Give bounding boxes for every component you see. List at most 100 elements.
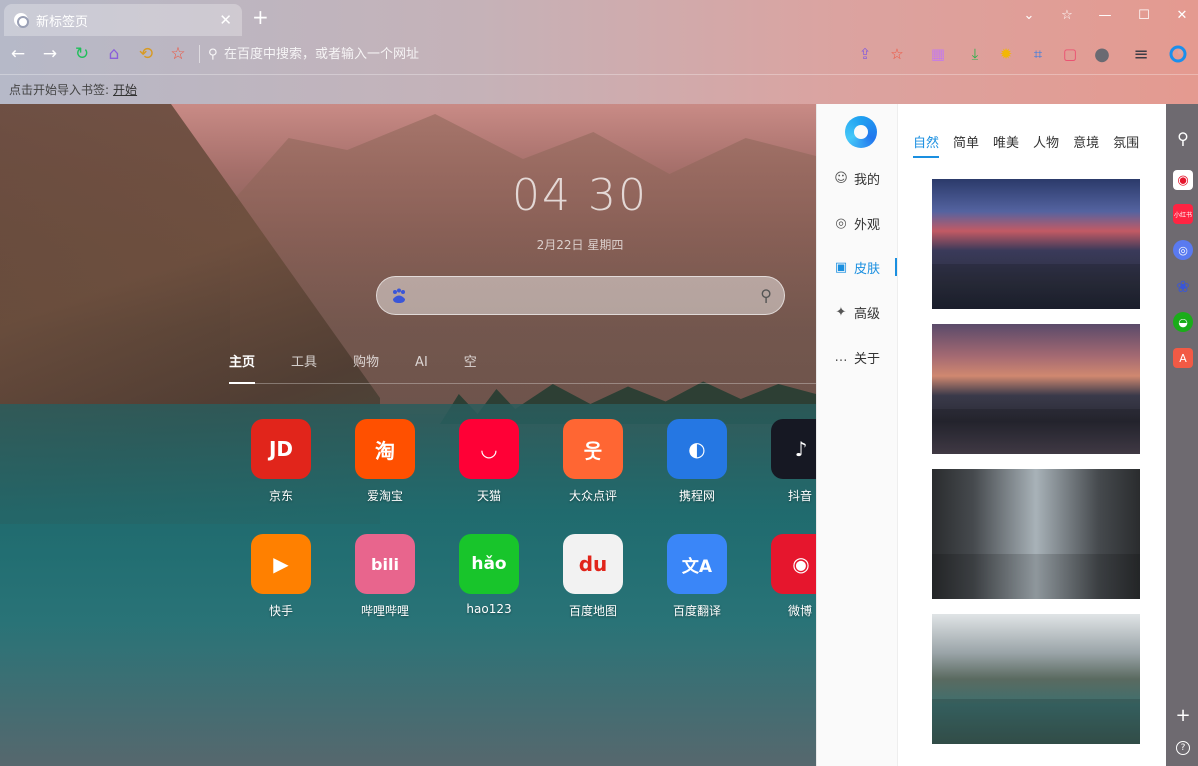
help-icon[interactable]: ? [1176,741,1190,755]
baidu-paw-icon[interactable]: ❀ [1173,276,1193,296]
forward-button[interactable]: → [38,42,62,66]
ai-assistant-icon[interactable]: ◎ [1173,240,1193,260]
settings-item-advanced[interactable]: ✦ 高级 [833,301,899,323]
address-separator [199,45,200,63]
settings-side-nav: ☺ 我的 ◎ 外观 ▣ 皮肤 ✦ 高级 … 关于 [817,104,898,766]
favorites-button[interactable]: ☆ [166,42,190,66]
wechat-icon[interactable]: ◒ [1173,312,1193,332]
tab-empty[interactable]: 空 [464,352,477,384]
app-jd[interactable]: JD 京东 [241,419,321,504]
weibo-icon[interactable]: ◉ [1173,170,1193,190]
home-button[interactable]: ⌂ [102,42,126,66]
tab-ai[interactable]: AI [415,352,428,384]
tab-shopping[interactable]: 购物 [353,352,379,384]
skin-thumbnail[interactable] [932,324,1140,454]
app-douyin[interactable]: ♪ 抖音 [761,419,816,504]
skin-category-tabs: 自然 简单 唯美 人物 意境 氛围 [913,132,1153,158]
app-baidu-translate[interactable]: 文A 百度翻译 [657,534,737,619]
search-icon[interactable]: ⚲ [760,286,772,305]
app-weibo[interactable]: ◉ 微博 [761,534,816,619]
reload-button[interactable]: ↻ [70,42,94,66]
newtab-nav-tabs: 主页 工具 购物 AI 空 [229,352,816,384]
sidebar-search-icon[interactable]: ⚲ [1173,128,1193,148]
back-button[interactable]: ← [6,42,30,66]
bookmark-import-prompt: 点击开始导入书签: [9,83,110,97]
close-tab-icon[interactable]: ✕ [219,11,232,29]
skin-tab-people[interactable]: 人物 [1033,132,1059,158]
xiaohongshu-icon[interactable]: 小红书 [1173,204,1193,224]
tab-bar: 新标签页 ✕ + ⌄ ☆ — ☐ ✕ [0,0,1198,36]
tab-home[interactable]: 主页 [229,352,256,384]
undo-close-button[interactable]: ⟲ [134,42,158,66]
settings-item-about[interactable]: … 关于 [833,346,899,368]
bookmark-star-icon[interactable]: ☆ [885,42,909,66]
app-label: 爱淘宝 [366,489,403,503]
app-bilibili[interactable]: bili 哔哩哔哩 [345,534,425,619]
address-input[interactable] [224,46,848,62]
baidu-paw-icon[interactable] [389,286,409,306]
browser-logo-icon[interactable] [1166,42,1190,66]
search-box[interactable]: ⚲ [376,276,785,315]
app-tmall[interactable]: ◡ 天猫 [449,419,529,504]
app-hao123[interactable]: hǎo hao123 [449,534,529,616]
hao123-icon: hǎo [459,534,519,594]
skin-thumbnail[interactable] [932,179,1140,309]
sun-icon[interactable]: ✹ [994,42,1018,66]
app-label: 百度地图 [568,604,617,618]
skin-tab-simple[interactable]: 简单 [953,132,979,158]
share-icon[interactable]: ⇪ [853,42,877,66]
address-bar[interactable]: ⚲ [208,42,848,66]
pin-icon[interactable]: ☆ [1052,4,1082,26]
new-tab-button[interactable]: + [252,6,269,28]
app-kuaishou[interactable]: ▶ 快手 [241,534,321,619]
minimize-button[interactable]: — [1090,4,1120,26]
app-label: 微博 [788,604,813,618]
bookmark-import-link[interactable]: 开始 [113,81,137,98]
maximize-button[interactable]: ☐ [1129,4,1159,26]
skin-tab-nature[interactable]: 自然 [913,132,940,158]
app-baidu-map[interactable]: du 百度地图 [553,534,633,619]
app-taobao[interactable]: 淘 爱淘宝 [345,419,425,504]
add-icon[interactable]: + [1173,705,1193,726]
skin-tab-atmosphere[interactable]: 氛围 [1113,132,1139,158]
skin-tab-aesthetic[interactable]: 唯美 [993,132,1019,158]
settings-item-label: 高级 [854,306,881,322]
user-avatar-icon[interactable]: ● [1090,42,1114,66]
app-ctrip[interactable]: ◐ 携程网 [657,419,737,504]
app-dianping[interactable]: 웃 大众点评 [553,419,633,504]
advanced-icon: ✦ [835,304,847,320]
tab-tools[interactable]: 工具 [291,352,317,384]
menu-icon[interactable]: ≡ [1129,42,1153,66]
kuaishou-icon: ▶ [251,534,311,594]
skin-thumbnail[interactable] [932,469,1140,599]
weibo-icon: ◉ [771,534,816,594]
settings-item-appearance[interactable]: ◎ 外观 [833,212,899,234]
pdf-icon[interactable]: A [1173,348,1193,368]
settings-item-mine[interactable]: ☺ 我的 [833,167,899,189]
jd-icon: JD [251,419,311,479]
search-input[interactable] [417,288,761,303]
app-label: 天猫 [476,489,501,503]
skin-tab-mood[interactable]: 意境 [1073,132,1099,158]
settings-panel: ☺ 我的 ◎ 外观 ▣ 皮肤 ✦ 高级 … 关于 自然 简单 唯美 人物 意境 … [816,104,1166,766]
ctrip-icon: ◐ [667,419,727,479]
app-label: 百度翻译 [672,604,721,618]
app-label: 携程网 [678,489,715,503]
apps-grid-icon[interactable]: ▦ [926,42,950,66]
skin-thumbnail[interactable] [932,614,1140,744]
browser-logo-icon [845,116,877,148]
settings-item-skin[interactable]: ▣ 皮肤 [833,256,899,278]
chat-bubble-icon: … [834,349,848,365]
settings-item-label: 我的 [854,172,881,188]
settings-item-label: 皮肤 [854,261,881,277]
app-label: 快手 [268,604,293,618]
gift-icon[interactable]: ▢ [1058,42,1082,66]
user-icon: ☺ [834,170,848,186]
tab-new-tab[interactable]: 新标签页 ✕ [4,4,242,36]
right-sidebar: ⚲ ◉ 小红书 ◎ ❀ ◒ A + ? [1166,104,1198,766]
screenshot-icon[interactable]: ⌗ [1026,42,1050,66]
app-label: hao123 [466,602,512,616]
tab-list-dropdown-icon[interactable]: ⌄ [1014,4,1044,26]
download-icon[interactable]: ⤓ [963,42,987,66]
close-window-button[interactable]: ✕ [1167,4,1197,26]
